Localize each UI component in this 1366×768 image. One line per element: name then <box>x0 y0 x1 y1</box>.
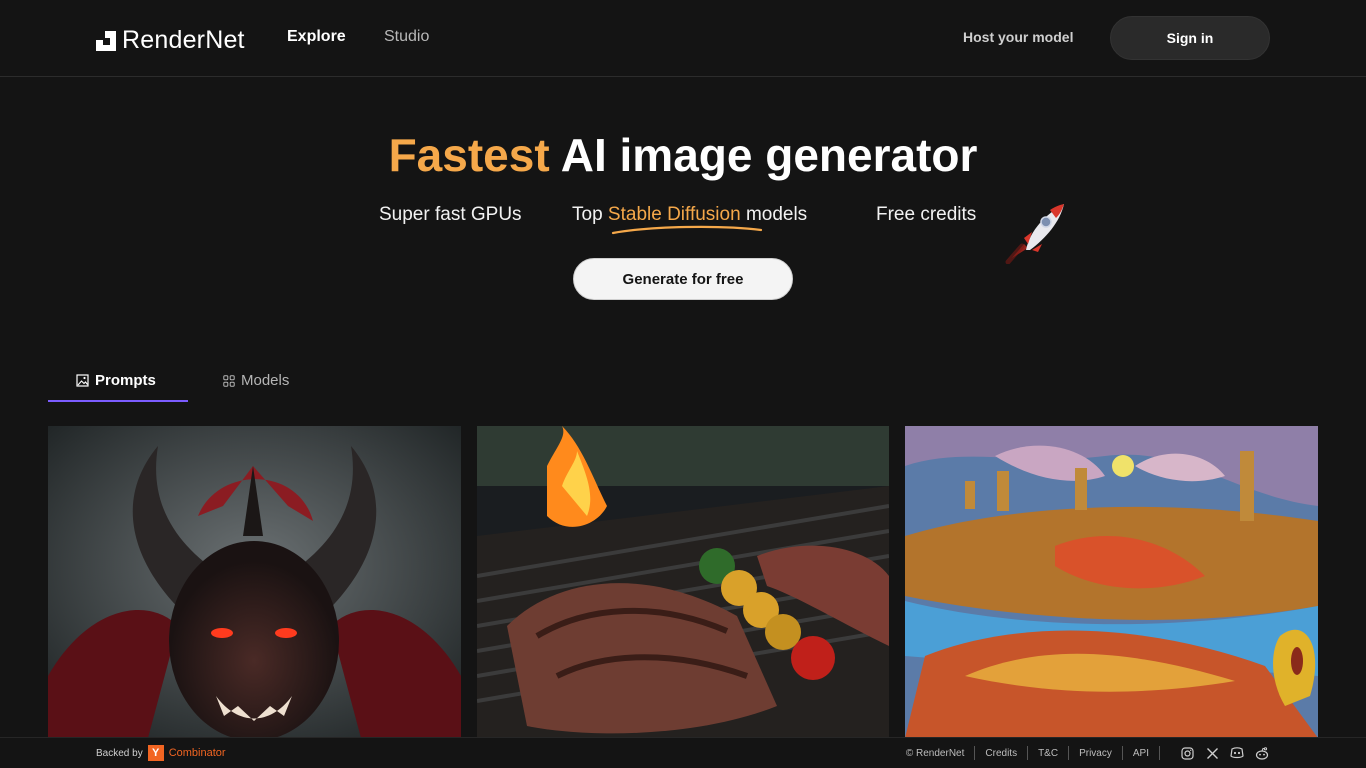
footer-link-tc[interactable]: T&C <box>1038 748 1058 759</box>
logo-text: RenderNet <box>122 26 245 54</box>
demon-image <box>48 426 461 738</box>
tab-models[interactable]: Models <box>223 372 289 389</box>
grill-image <box>477 426 889 738</box>
hero-title-rest: AI image generator <box>560 129 978 181</box>
backed-by-yc[interactable]: Backed by Y Combinator <box>96 745 226 761</box>
logo-mark-icon <box>96 30 116 51</box>
hero-title: Fastest AI image generator <box>0 128 1366 182</box>
feature-top-suffix: models <box>745 204 808 225</box>
top-header: RenderNet Explore Studio Host your model… <box>0 0 1366 77</box>
tab-prompts[interactable]: Prompts <box>76 372 156 389</box>
footer-link-privacy[interactable]: Privacy <box>1079 748 1112 759</box>
grid-icon <box>223 374 235 387</box>
nav-explore-link[interactable]: Explore <box>287 28 346 46</box>
feature-free-credits: Free credits <box>876 204 977 225</box>
active-tab-indicator <box>48 400 188 402</box>
feature-gpus: Super fast GPUs <box>379 204 522 225</box>
footer-copyright: © RenderNet <box>905 747 965 759</box>
feature-top-accent: Stable Diffusion <box>607 204 741 225</box>
rendernet-logo[interactable]: RenderNet <box>96 26 245 55</box>
feature-top-prefix: Top <box>572 204 603 225</box>
footer: Backed by Y Combinator © RenderNet Credi… <box>0 737 1366 768</box>
sign-in-button[interactable]: Sign in <box>1110 16 1270 60</box>
yc-name: Combinator <box>168 747 226 759</box>
accent-underline-icon <box>611 225 763 235</box>
gallery-card-demon[interactable] <box>48 426 461 738</box>
x-icon[interactable] <box>1204 745 1220 761</box>
tab-prompts-label: Prompts <box>95 372 156 389</box>
rocket-icon <box>1005 204 1064 264</box>
gallery-card-landscape[interactable] <box>905 426 1318 738</box>
instagram-icon[interactable] <box>1179 745 1195 761</box>
tab-models-label: Models <box>241 372 290 389</box>
reddit-icon[interactable] <box>1254 745 1270 761</box>
gallery-card-grill[interactable] <box>477 426 889 738</box>
yc-logo-icon: Y <box>147 745 164 761</box>
hero-title-accent: Fastest <box>388 129 550 181</box>
footer-link-credits[interactable]: Credits <box>985 748 1017 759</box>
feature-stable-diffusion: Top Stable Diffusion models <box>572 204 807 226</box>
image-icon <box>76 374 89 387</box>
discord-icon[interactable] <box>1229 745 1245 761</box>
footer-links: © RenderNet Credits T&C Privacy API <box>906 745 1270 761</box>
host-your-model-link[interactable]: Host your model <box>963 29 1073 45</box>
footer-link-api[interactable]: API <box>1133 748 1149 759</box>
generate-for-free-button[interactable]: Generate for free <box>573 258 793 300</box>
landscape-painting-image <box>905 426 1318 738</box>
nav-studio-link[interactable]: Studio <box>384 28 429 46</box>
backed-by-label: Backed by <box>96 747 143 759</box>
